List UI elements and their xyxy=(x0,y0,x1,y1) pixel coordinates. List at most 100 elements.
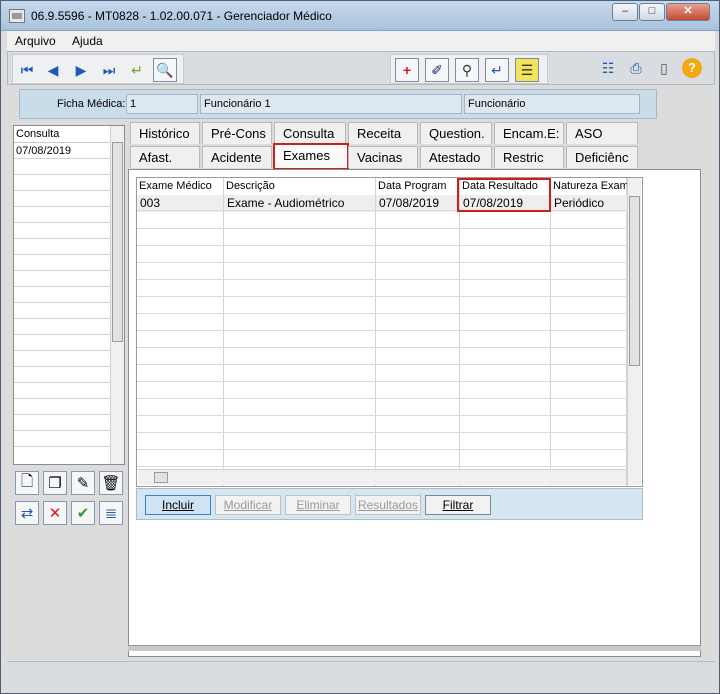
incluir-button[interactable]: Incluir xyxy=(145,495,211,515)
status-bar xyxy=(7,661,715,687)
tab-acidente[interactable]: Acidente xyxy=(202,146,272,168)
tab-atestado[interactable]: Atestado xyxy=(420,146,492,168)
close-button[interactable]: ✕ xyxy=(666,3,710,21)
tab-vacinas[interactable]: Vacinas xyxy=(348,146,418,168)
resultados-button[interactable]: Resultados xyxy=(355,495,421,515)
panel-bottom-divider xyxy=(128,645,701,651)
highlight-data-resultado xyxy=(457,178,551,212)
list-item-empty xyxy=(14,335,110,351)
column-header-data-program[interactable]: Data Program xyxy=(376,178,460,195)
table-row xyxy=(137,297,627,314)
list-item[interactable]: 07/08/2019 xyxy=(14,143,110,159)
ficha-label: Ficha Médica: xyxy=(57,98,126,110)
last-record-icon[interactable]: ⏭ xyxy=(97,58,121,82)
list-item-empty xyxy=(14,239,110,255)
maximize-button[interactable]: □ xyxy=(639,3,665,21)
eliminar-button[interactable]: Eliminar xyxy=(285,495,351,515)
toolbar: ⏮ ◀ ▶ ⏭ ↵ 🔍 + ✐ ⚲ ↵ ☰ ☷ ⎙ ▯ ? xyxy=(7,51,715,85)
notes-icon[interactable]: ☰ xyxy=(515,58,539,82)
table-row xyxy=(137,416,627,433)
list-item-empty xyxy=(14,191,110,207)
header-panel: Ficha Médica: 1 Funcionário 1 Funcionári… xyxy=(19,89,657,119)
tab-pre-cons[interactable]: Pré-Cons xyxy=(202,122,272,144)
minimize-button[interactable]: – xyxy=(612,3,638,21)
scroll-thumb[interactable] xyxy=(154,472,168,483)
tab-deficienc[interactable]: Deficiênc xyxy=(566,146,638,168)
list-item-empty xyxy=(14,319,110,335)
navigation-group: ⏮ ◀ ▶ ⏭ ↵ 🔍 xyxy=(12,54,184,84)
scroll-thumb[interactable] xyxy=(112,142,123,342)
ficha-field[interactable]: 1 xyxy=(126,94,198,114)
menu-arquivo[interactable]: Arquivo xyxy=(15,34,56,48)
tab-historico[interactable]: Histórico xyxy=(130,122,200,144)
exit-door-icon[interactable]: ▯ xyxy=(652,56,676,80)
print-icon[interactable]: ⎙ xyxy=(624,56,648,80)
tab-exames[interactable]: Exames xyxy=(273,143,349,170)
list-item-empty xyxy=(14,399,110,415)
grid-horizontal-scrollbar[interactable] xyxy=(138,469,626,485)
list-item-empty xyxy=(14,223,110,239)
employee-type-field[interactable]: Funcionário xyxy=(464,94,640,114)
filtrar-button[interactable]: Filtrar xyxy=(425,495,491,515)
table-row xyxy=(137,365,627,382)
edit-document-icon[interactable]: ✎ xyxy=(71,471,95,495)
tab-receita[interactable]: Receita xyxy=(348,122,418,144)
return-icon[interactable]: ↵ xyxy=(125,58,149,82)
consulta-list-header: Consulta xyxy=(14,126,110,143)
table-row xyxy=(137,331,627,348)
table-row xyxy=(137,450,627,467)
tab-aso[interactable]: ASO xyxy=(566,122,638,144)
window-title: 06.9.5596 - MT0828 - 1.02.00.071 - Geren… xyxy=(31,9,332,23)
zoom-icon[interactable]: ⚲ xyxy=(455,58,479,82)
tab-consulta[interactable]: Consulta xyxy=(274,122,346,144)
list-item-empty xyxy=(14,383,110,399)
scroll-thumb[interactable] xyxy=(629,196,640,366)
tab-afast[interactable]: Afast. xyxy=(130,146,200,168)
list-item-empty xyxy=(14,367,110,383)
table-row xyxy=(137,212,627,229)
next-record-icon[interactable]: ▶ xyxy=(69,58,93,82)
exames-panel: Exame Médico Descrição Data Program Data… xyxy=(128,169,701,657)
modificar-button[interactable]: Modificar xyxy=(215,495,281,515)
consulta-list[interactable]: Consulta 07/08/2019 xyxy=(13,125,125,465)
title-bar: 06.9.5596 - MT0828 - 1.02.00.071 - Geren… xyxy=(1,1,719,31)
grid-vertical-scrollbar[interactable] xyxy=(627,178,641,485)
menu-ajuda[interactable]: Ajuda xyxy=(72,34,103,48)
employee-name-field[interactable]: Funcionário 1 xyxy=(200,94,462,114)
exames-grid[interactable]: Exame Médico Descrição Data Program Data… xyxy=(136,177,643,487)
add-icon[interactable]: + xyxy=(395,58,419,82)
tab-restric[interactable]: Restric xyxy=(494,146,564,168)
tab-encam[interactable]: Encam.E: xyxy=(494,122,564,144)
cancel-icon[interactable]: ✕ xyxy=(43,501,67,525)
table-row xyxy=(137,194,627,211)
enter-icon[interactable]: ↵ xyxy=(485,58,509,82)
list-item-empty xyxy=(14,175,110,191)
column-header-natureza[interactable]: Natureza Exame xyxy=(551,178,627,195)
list-select-icon[interactable]: ≣ xyxy=(99,501,123,525)
first-record-icon[interactable]: ⏮ xyxy=(15,58,39,82)
undo-icon[interactable]: ⇄ xyxy=(15,501,39,525)
column-header-descricao[interactable]: Descrição xyxy=(224,178,376,195)
list-item-empty xyxy=(14,303,110,319)
search-screen-icon[interactable]: 🔍 xyxy=(153,58,177,82)
consulta-scrollbar[interactable] xyxy=(110,126,124,464)
list-item-empty xyxy=(14,351,110,367)
previous-record-icon[interactable]: ◀ xyxy=(41,58,65,82)
copy-document-icon[interactable]: ❐ xyxy=(43,471,67,495)
list-item-empty xyxy=(14,207,110,223)
table-row xyxy=(137,229,627,246)
list-item-empty xyxy=(14,287,110,303)
help-icon[interactable]: ? xyxy=(680,56,704,80)
table-row xyxy=(137,246,627,263)
tab-question[interactable]: Question. xyxy=(420,122,492,144)
list-item-empty xyxy=(14,415,110,431)
column-header-exame[interactable]: Exame Médico xyxy=(137,178,224,195)
actions-group: + ✐ ⚲ ↵ ☰ xyxy=(390,54,548,84)
tree-icon[interactable]: ☷ xyxy=(596,56,620,80)
delete-document-icon[interactable]: 🗑 xyxy=(99,471,123,495)
filter-icon[interactable]: ✐ xyxy=(425,58,449,82)
table-row xyxy=(137,263,627,280)
app-window: 06.9.5596 - MT0828 - 1.02.00.071 - Geren… xyxy=(0,0,720,694)
confirm-icon[interactable]: ✔ xyxy=(71,501,95,525)
new-document-icon[interactable]: 🗋 xyxy=(15,471,39,495)
